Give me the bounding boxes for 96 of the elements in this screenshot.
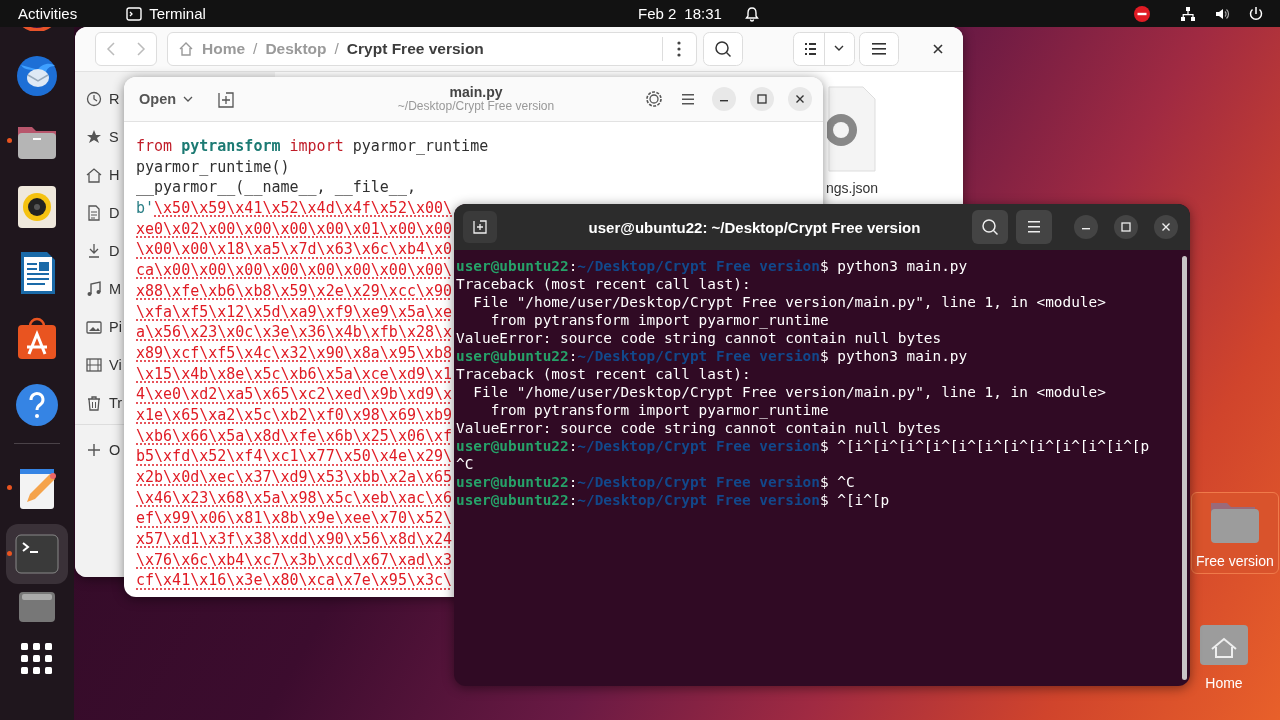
terminal-line: user@ubuntu22:~/Desktop/Crypt Free version$ python3 main.py [456, 347, 968, 365]
code-line: from pytransform import pyarmor_runtime [136, 136, 489, 157]
code-line: \x00\x00\x18\xa5\x7d\x63\x6c\xb4\x0 [136, 239, 453, 261]
code-line: __pyarmor__(__name__, __file__, [136, 177, 416, 199]
code-line: x88\xfe\xb6\xb8\x59\x2e\x29\xcc\x90 [136, 280, 453, 302]
code-line: \xfa\xf5\x12\x5d\xa9\xf9\xe9\x5a\xe [136, 301, 453, 323]
settings-icon[interactable] [644, 89, 664, 109]
caret-icon [182, 94, 195, 104]
code-line: x2b\x0d\xec\x37\xd9\x53\xbb\x2a\x65 [136, 467, 453, 488]
minimize-button[interactable] [1074, 215, 1098, 239]
help-icon [15, 383, 59, 427]
sidebar-item[interactable]: D [109, 205, 120, 221]
close-button[interactable] [1154, 215, 1178, 239]
code-line: \x15\x4b\x8e\x5c\xb6\x5a\xce\xd9\x1 [136, 363, 453, 385]
downloads-icon [86, 243, 102, 259]
home-icon [178, 41, 194, 57]
terminal-line: ^C [456, 455, 474, 473]
code-line: x89\xcf\xf5\x4c\x32\x90\x8a\x95\xb8 [136, 342, 453, 364]
terminal-line: File "/home/user/Desktop/Crypt Free version/main.py", line 1, in <module> [472, 293, 1106, 311]
code-line: \xb6\x66\x5a\x8d\xfe\x6b\x25\x06\xf [136, 425, 453, 447]
pictures-icon [86, 319, 102, 335]
sidebar-item[interactable]: M [109, 281, 122, 297]
window-subtitle: ~/Desktop/Crypt Free version [396, 100, 556, 114]
menu-button[interactable] [859, 32, 899, 66]
code-line: x57\xd1\x3f\x38\xdd\x90\x56\x8d\x24 [136, 529, 453, 550]
window-title: main.py [448, 84, 504, 101]
terminal-icon [126, 6, 143, 21]
search-button[interactable] [972, 210, 1008, 244]
sidebar-item[interactable]: O [109, 442, 121, 458]
new-tab-button[interactable] [463, 211, 497, 243]
code-line: b5\xfd\x52\xf4\xc1\x77\x50\x4e\x29\ [136, 446, 453, 467]
documents-icon [86, 205, 102, 221]
terminal-line: user@ubuntu22:~/Desktop/Crypt Free version$ ^[i^[i^[i^[i^[i^[i^[i^[i^[i^[i^[i^[p [456, 437, 1150, 455]
code-line: \x46\x23\x68\x5a\x98\x5c\xeb\xac\x6 [136, 487, 453, 509]
search-button[interactable] [703, 32, 743, 66]
maximize-button[interactable] [750, 87, 774, 111]
videos-icon [86, 357, 102, 373]
scrollbar[interactable] [1182, 256, 1187, 680]
other-icon [86, 442, 102, 458]
terminal-line: File "/home/user/Desktop/Crypt Free version/main.py", line 1, in <module> [472, 383, 1106, 401]
sidebar-item[interactable]: H [109, 167, 120, 183]
trash-icon [86, 395, 102, 411]
path-separator: / [334, 40, 339, 58]
terminal-line: from pytransform import pyarmor_runtime [489, 401, 829, 419]
sidebar-item[interactable]: S [109, 129, 119, 145]
terminal-line: Traceback (most recent call last): [456, 275, 751, 293]
sidebar-item[interactable]: Pi [109, 319, 122, 335]
path-crumb[interactable]: Crypt Free version [346, 40, 484, 58]
code-line: 4\xe0\xd2\xa5\x65\xc2\xed\x9b\xd9\x [136, 384, 453, 405]
bell-icon[interactable] [743, 5, 760, 22]
window-title: user@ubuntu22: ~/Desktop/Crypt Free version [587, 218, 922, 236]
starred-icon [86, 129, 102, 145]
list-view-button[interactable] [793, 32, 855, 66]
recent-icon [86, 91, 102, 107]
speaker-icon [15, 185, 59, 229]
mail-bird-icon [15, 53, 59, 97]
path-separator: / [253, 40, 258, 58]
code-line: ca\x00\x00\x00\x00\x00\x00\x00\x00\ [136, 260, 453, 281]
terminal-line: ValueError: source code string cannot contain null bytes [456, 419, 942, 437]
close-button[interactable] [788, 87, 812, 111]
code-line: ef\x99\x06\x81\x8b\x9e\xee\x70\x52\ [136, 508, 453, 530]
code-line: b'\x50\x59\x41\x52\x4d\x4f\x52\x00\ [136, 198, 453, 219]
code-line: x1e\x65\xa2\x5c\xb2\xf0\x98\x69\xb9 [136, 404, 453, 426]
terminal-line: ValueError: source code string cannot contain null bytes [456, 329, 942, 347]
app-menu-label[interactable]: Terminal [149, 5, 206, 22]
sidebar-item[interactable]: Vi [109, 357, 122, 373]
code-line: \x76\x6c\xb4\xc7\x3b\xcd\x67\xad\x3 [136, 549, 453, 571]
sidebar-item[interactable]: Tr [109, 395, 123, 411]
power-icon[interactable] [1248, 5, 1264, 22]
open-button[interactable]: Open [133, 85, 201, 113]
store-bag-icon [15, 317, 59, 361]
terminal-line: user@ubuntu22:~/Desktop/Crypt Free version$ python3 main.py [456, 257, 968, 275]
terminal-line: user@ubuntu22:~/Desktop/Crypt Free version$ ^[i^[p [456, 491, 890, 509]
sidebar-item[interactable]: D [109, 243, 120, 259]
terminal-line: user@ubuntu22:~/Desktop/Crypt Free version$ ^C [456, 473, 855, 491]
file-name[interactable]: ngs.json [826, 180, 879, 196]
date-label[interactable]: Feb 2 [638, 5, 677, 22]
terminal-icon [15, 532, 59, 576]
time-label[interactable]: 18:31 [684, 5, 722, 22]
network-icon[interactable] [1180, 5, 1196, 22]
code-line: pyarmor_runtime() [136, 156, 290, 178]
terminal-line: from pytransform import pyarmor_runtime [489, 311, 829, 329]
code-line: xe0\x02\x00\x00\x00\x00\x01\x00\x00 [136, 218, 453, 240]
menu-button[interactable] [1016, 210, 1052, 244]
home-icon [86, 167, 102, 183]
desktop-icon[interactable]: Home [1191, 614, 1257, 696]
code-line: cf\x41\x16\x3e\x80\xca\x7e\x95\x3c\ [136, 570, 453, 592]
no-entry-icon[interactable] [1134, 5, 1150, 22]
json-file-icon[interactable] [827, 86, 878, 172]
terminal-line: Traceback (most recent call last): [456, 365, 751, 383]
code-line: a\x56\x23\x0c\x3e\x36\x4b\xfb\x28\x [136, 322, 453, 343]
activities-button[interactable]: Activities [18, 5, 78, 22]
sidebar-item[interactable]: R [109, 91, 120, 107]
music-icon [86, 281, 102, 297]
maximize-button[interactable] [1114, 215, 1138, 239]
desktop-icon[interactable]: Free version [1191, 492, 1279, 574]
